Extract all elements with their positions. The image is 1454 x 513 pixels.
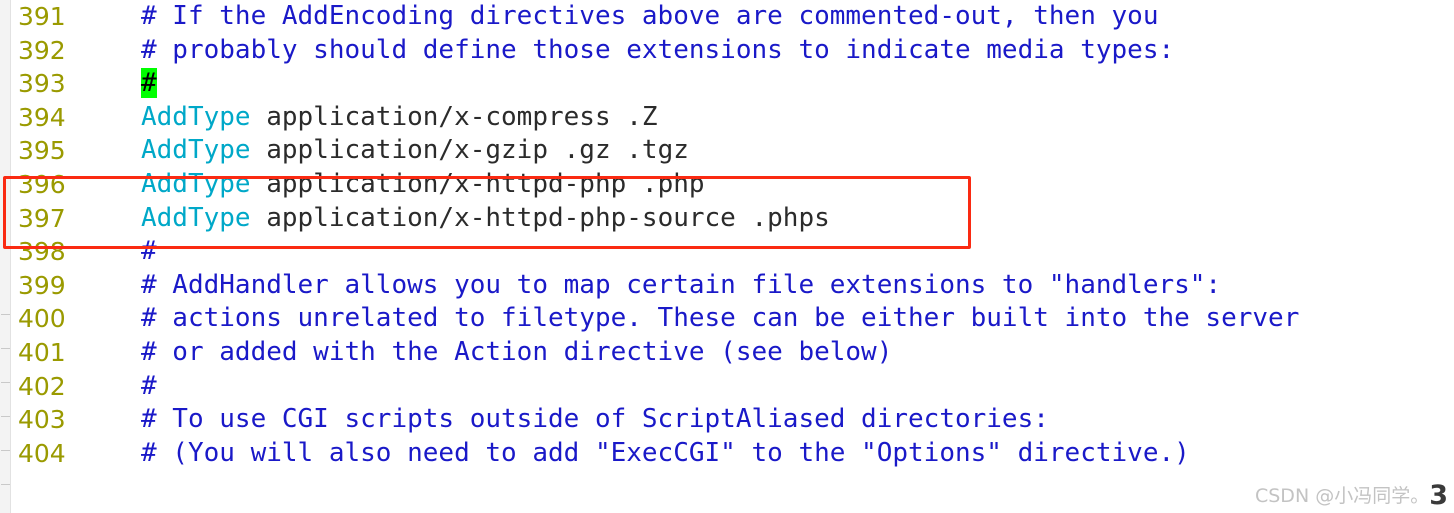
line-content: # or added with the Action directive (se… [141,336,892,370]
line-number: 395 [18,136,66,166]
line-content: # [141,235,157,269]
code-token-plain: application/x-httpd-php-source .phps [250,202,830,233]
code-line[interactable]: 403 # To use CGI scripts outside of Scrip… [11,403,1454,437]
watermark: CSDN @小冯同学。3 [1255,480,1448,511]
watermark-text: CSDN @小冯同学。 [1254,485,1430,507]
line-number: 394 [18,102,66,132]
code-token-highlight: # [141,68,157,99]
line-content: # To use CGI scripts outside of ScriptAl… [141,403,1049,437]
code-line[interactable]: 402 # [11,370,1454,404]
line-content: # [141,370,157,404]
code-line[interactable]: 397 AddType application/x-httpd-php-sourc… [11,202,1454,236]
fold-tick[interactable] [1,382,10,383]
watermark-suffix: 3 [1429,480,1448,511]
code-line[interactable]: 394 AddType application/x-compress .Z [11,101,1454,135]
line-number: 391 [18,2,66,31]
code-token-plain: application/x-httpd-php .php [250,168,705,199]
code-token-directive: AddType [141,135,251,166]
code-line[interactable]: 400 # actions unrelated to filetype. Thes… [11,302,1454,336]
line-content: # AddHandler allows you to map certain f… [141,269,1221,303]
code-token-comment: # probably should define those extension… [141,34,1175,65]
code-token-directive: AddType [141,101,251,132]
code-line[interactable]: 401 # or added with the Action directive … [11,336,1454,370]
code-token-comment: # To use CGI scripts outside of ScriptAl… [141,404,1049,435]
line-number: 396 [18,169,66,199]
code-lines-container: 391 # If the AddEncoding directives above… [11,0,1454,513]
fold-tick[interactable] [1,484,10,485]
fold-tick[interactable] [1,314,10,315]
line-number: 397 [18,203,66,233]
code-token-comment: # [141,236,157,267]
line-number: 402 [18,371,66,401]
line-content: AddType application/x-compress .Z [141,101,658,135]
fold-tick[interactable] [1,416,10,417]
code-line[interactable]: 395 AddType application/x-gzip .gz .tgz [11,134,1454,168]
code-token-plain: application/x-gzip .gz .tgz [250,135,689,166]
code-token-comment: # actions unrelated to filetype. These c… [141,303,1300,334]
line-number: 400 [18,304,66,334]
code-line[interactable]: 391 # If the AddEncoding directives above… [11,0,1454,34]
code-token-comment: # or added with the Action directive (se… [141,336,893,367]
line-content: # (You will also need to add "ExecCGI" t… [141,437,1190,471]
code-line[interactable]: 398 # [11,235,1454,269]
line-content: AddType application/x-httpd-php .php [141,168,705,202]
line-number: 403 [18,405,66,435]
line-number: 399 [18,270,66,300]
code-line[interactable]: 392 # probably should define those extens… [11,34,1454,68]
code-line[interactable]: 404 # (You will also need to add "ExecCGI… [11,437,1454,471]
fold-tick[interactable] [1,348,10,349]
fold-gutter[interactable] [0,0,11,513]
code-line[interactable]: 393 # [11,67,1454,101]
line-number: 398 [18,237,66,267]
code-token-comment: # If the AddEncoding directives above ar… [141,1,1159,31]
line-content: # If the AddEncoding directives above ar… [141,0,1158,34]
line-number: 393 [18,69,66,99]
line-content: # [141,67,157,101]
code-token-comment: # (You will also need to add "ExecCGI" t… [141,437,1190,468]
line-number: 401 [18,337,66,367]
line-content: # probably should define those extension… [141,34,1174,68]
code-token-directive: AddType [141,202,251,233]
code-token-directive: AddType [141,168,251,199]
line-number: 392 [18,35,66,65]
code-line[interactable]: 399 # AddHandler allows you to map certai… [11,269,1454,303]
line-content: # actions unrelated to filetype. These c… [141,302,1299,336]
code-token-comment: # AddHandler allows you to map certain f… [141,269,1222,300]
fold-tick[interactable] [1,450,10,451]
code-viewer: 391 # If the AddEncoding directives above… [0,0,1454,513]
code-token-plain: application/x-compress .Z [250,101,658,132]
code-token-comment: # [141,370,157,401]
line-content: AddType application/x-gzip .gz .tgz [141,134,689,168]
line-content: AddType application/x-httpd-php-source .… [141,202,830,236]
line-number: 404 [18,438,66,468]
code-line[interactable]: 396 AddType application/x-httpd-php .php [11,168,1454,202]
